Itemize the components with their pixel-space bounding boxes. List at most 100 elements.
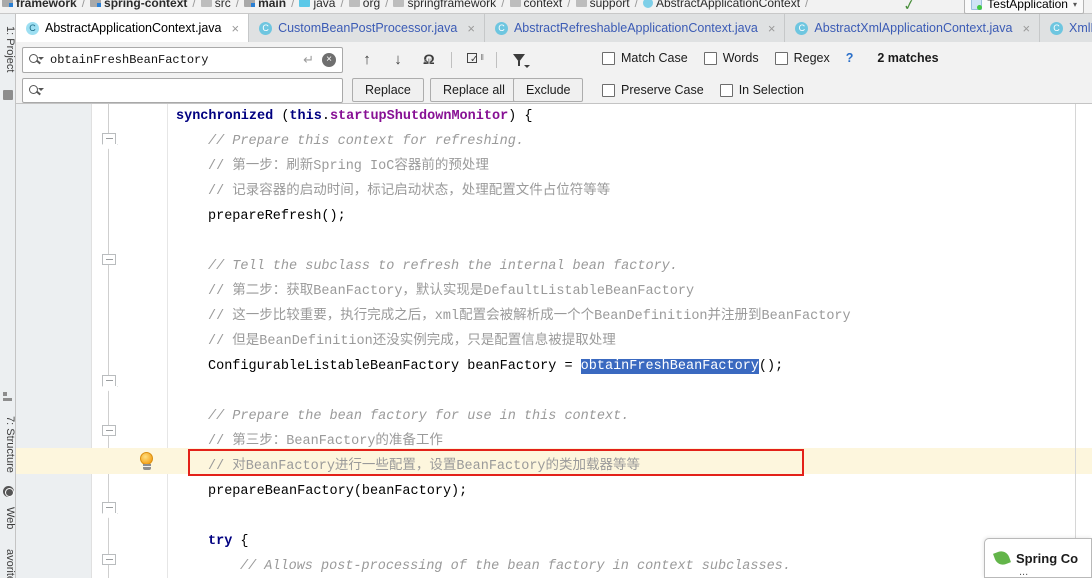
fold-marker[interactable]	[102, 425, 116, 436]
class-icon	[642, 0, 653, 8]
match-case-label: Match Case	[621, 51, 688, 65]
breadcrumb-separator: /	[81, 0, 86, 10]
breadcrumb-item-main[interactable]: main	[244, 0, 286, 13]
code-line: synchronized (this.startupShutdownMonito…	[176, 104, 532, 129]
tab-xmlbeanfactory[interactable]: C XmlB	[1040, 14, 1092, 42]
breadcrumb-separator: /	[805, 0, 809, 10]
close-icon[interactable]: ×	[1022, 21, 1030, 36]
breadcrumb-item-src[interactable]: src	[200, 0, 231, 13]
regex-checkbox[interactable]: Regex	[774, 51, 830, 65]
breadcrumb-label: context	[523, 0, 563, 10]
add-selection-icon[interactable]: ✓ II	[465, 50, 484, 69]
breadcrumb-label: org	[362, 0, 381, 10]
code-line-comment: // 第二步：获取BeanFactory，默认实现是DefaultListabl…	[208, 284, 695, 299]
code-line-comment: // 这一步比较重要，执行完成之后，xml配置会被解析成一个个BeanDefin…	[208, 309, 851, 324]
search-input[interactable]: obtainFreshBeanFactory ↵ ×	[22, 47, 343, 73]
breadcrumb-item-springframework[interactable]: springframework	[393, 0, 496, 13]
checkmark-icon: ✓	[902, 0, 918, 15]
folder-icon	[575, 0, 587, 7]
breadcrumb-item-spring-context[interactable]: spring-context	[90, 0, 188, 13]
sidebar-item-web[interactable]: Web	[0, 500, 16, 536]
preserve-case-label: Preserve Case	[621, 83, 704, 97]
fold-marker[interactable]	[102, 375, 116, 386]
tab-abstractxmlapplicationcontext[interactable]: C AbstractXmlApplicationContext.java ×	[785, 14, 1041, 42]
breadcrumb-item-java[interactable]: java	[299, 0, 335, 13]
code-editor[interactable]: synchronized (this.startupShutdownMonito…	[16, 104, 1092, 578]
breadcrumb-label: AbstractApplicationContext	[655, 0, 801, 10]
exclude-button[interactable]: Exclude	[513, 78, 584, 102]
replace-button[interactable]: Replace	[352, 78, 424, 102]
filter-icon[interactable]	[510, 50, 530, 69]
folder-icon	[393, 0, 405, 7]
sidebar-item-label: avorites	[4, 548, 16, 578]
close-icon[interactable]: ×	[768, 21, 776, 36]
code-line-comment: // 对BeanFactory进行一些配置，设置BeanFactory的类加载器…	[208, 459, 641, 474]
code-line-comment: // 记录容器的启动时间，标记启动状态，处理配置文件占位符等等	[208, 184, 611, 199]
folder-icon	[348, 0, 360, 7]
code-line-comment: // Tell the subclass to refresh the inte…	[208, 259, 678, 274]
class-icon: C	[1050, 21, 1064, 35]
breadcrumb-item-support[interactable]: support	[575, 0, 630, 13]
in-selection-checkbox[interactable]: In Selection	[719, 83, 804, 97]
spring-notification-popup[interactable]: Spring Co ...	[984, 538, 1092, 578]
replace-input[interactable]	[22, 78, 343, 103]
breadcrumb: framework / spring-context / src / main …	[0, 0, 1092, 14]
fold-marker[interactable]	[102, 254, 116, 265]
words-checkbox[interactable]: Words	[703, 51, 759, 65]
tab-label: AbstractRefreshableApplicationContext.ja…	[513, 21, 758, 35]
exclude-button-label: Exclude	[526, 83, 571, 97]
select-all-occurrences-icon[interactable]: Ω All	[420, 50, 438, 69]
breadcrumb-item-org[interactable]: org	[348, 0, 381, 13]
code-line-comment: // 但是BeanDefinition还没实例完成，只是配置信息被提取处理	[208, 334, 616, 349]
editor-gutter[interactable]	[16, 104, 92, 578]
tab-abstractrefreshableapplicationcontext[interactable]: C AbstractRefreshableApplicationContext.…	[484, 14, 786, 42]
sidebar-item-structure[interactable]: 7: Structure	[0, 402, 16, 486]
breadcrumb-item-framework[interactable]: framework	[2, 0, 77, 13]
find-next-icon[interactable]: ↓	[389, 50, 407, 69]
replace-all-button[interactable]: Replace all	[430, 78, 518, 102]
tab-abstractapplicationcontext[interactable]: C AbstractApplicationContext.java ×	[16, 14, 250, 42]
match-count-label: 2 matches	[877, 51, 939, 65]
breadcrumb-label: framework	[16, 0, 77, 10]
tab-label: AbstractXmlApplicationContext.java	[814, 21, 1013, 35]
breadcrumb-item-context[interactable]: context	[509, 0, 563, 13]
divider	[451, 51, 452, 68]
folder-icon[interactable]	[3, 90, 13, 100]
code-line-comment: // Prepare the bean factory for use in t…	[208, 409, 630, 424]
preserve-case-checkbox[interactable]: Preserve Case	[602, 83, 704, 97]
search-icon[interactable]	[29, 53, 44, 67]
intention-bulb-icon[interactable]	[138, 452, 156, 472]
match-case-checkbox[interactable]: Match Case	[602, 51, 688, 65]
close-icon[interactable]: ×	[467, 21, 475, 36]
code-line: prepareBeanFactory(beanFactory);	[208, 484, 468, 499]
breadcrumb-label: spring-context	[104, 0, 188, 10]
folder-icon	[200, 0, 212, 7]
tab-custombeanpostprocessor[interactable]: C CustomBeanPostProcessor.java ×	[249, 14, 485, 42]
tab-label: XmlB	[1069, 21, 1092, 35]
search-icon[interactable]	[29, 84, 44, 98]
code-token: {	[232, 534, 249, 549]
spring-notification-sub: ...	[1019, 566, 1029, 578]
web-icon	[3, 486, 14, 497]
checkbox-icon	[602, 83, 615, 97]
left-tool-stripe: 1: Project 7: Structure Web avorites	[0, 14, 16, 578]
tab-label: CustomBeanPostProcessor.java	[278, 21, 458, 35]
clear-icon[interactable]: ×	[322, 53, 336, 67]
fold-marker[interactable]	[102, 133, 116, 144]
sidebar-item-favorites[interactable]: avorites	[0, 544, 16, 578]
divider	[496, 51, 497, 68]
sidebar-item-project[interactable]: 1: Project	[0, 16, 16, 82]
tab-label: AbstractApplicationContext.java	[45, 21, 222, 35]
fold-marker[interactable]	[102, 554, 116, 565]
checkbox-icon	[719, 83, 733, 97]
help-icon[interactable]: ?	[846, 51, 854, 65]
enter-icon: ↵	[303, 52, 314, 67]
code-token: ();	[758, 359, 784, 374]
checkbox-icon	[774, 51, 788, 65]
breadcrumb-item-abstractapplicationcontext[interactable]: AbstractApplicationContext	[642, 0, 801, 13]
find-previous-icon[interactable]: ↑	[358, 50, 376, 69]
close-icon[interactable]: ×	[231, 21, 239, 36]
code-content[interactable]: synchronized (this.startupShutdownMonito…	[176, 104, 1092, 578]
fold-marker[interactable]	[102, 502, 116, 513]
run-configuration-selector[interactable]: TestApplication ▾	[964, 0, 1084, 14]
